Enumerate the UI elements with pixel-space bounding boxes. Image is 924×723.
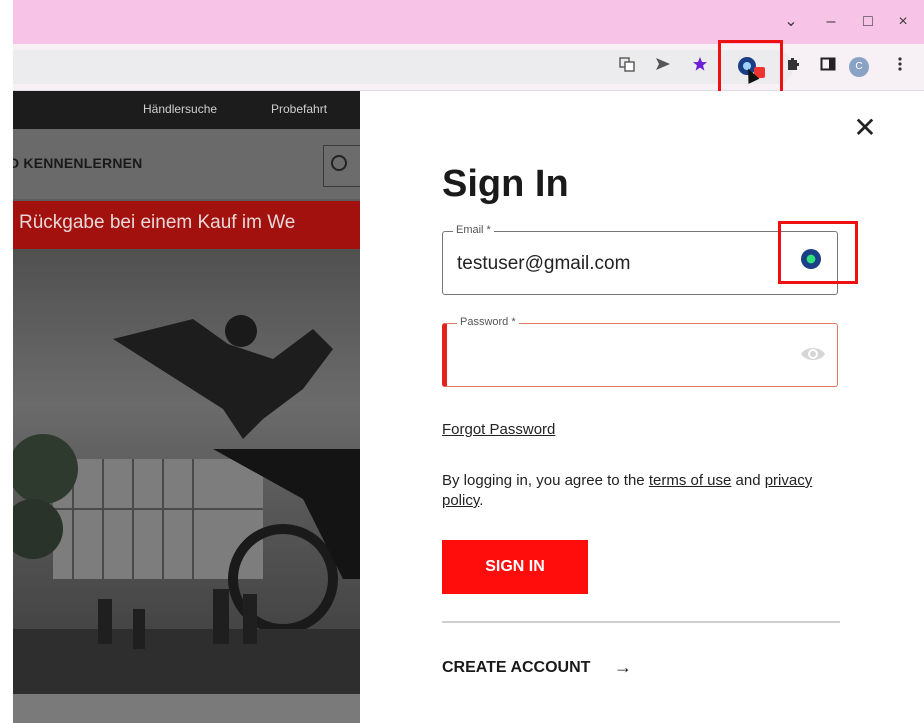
terms-text: By logging in, you agree to the terms of… [442, 471, 842, 511]
page-footer-strip [13, 694, 360, 723]
sign-in-button[interactable]: SIGN IN [442, 540, 588, 594]
kebab-menu-icon[interactable] [890, 56, 910, 78]
arrow-right-icon: → [614, 657, 632, 677]
brand-bar: D KENNENLERNEN [13, 129, 360, 199]
browser-toolbar [13, 44, 924, 91]
site-search-button[interactable] [323, 145, 360, 187]
nav-dealer-search[interactable]: Händlersuche [143, 102, 217, 116]
promo-text: Rückgabe bei einem Kauf im We [19, 212, 296, 233]
password-field[interactable]: Password * [442, 316, 838, 387]
close-window-button[interactable]: × [893, 10, 913, 34]
create-account-link[interactable]: CREATE ACCOUNT [442, 659, 590, 677]
terms-of-use-link[interactable]: terms of use [649, 472, 732, 489]
signin-title: Sign In [442, 163, 569, 205]
maximize-button[interactable]: □ [858, 10, 878, 34]
autofill-highlight-box [778, 221, 858, 284]
background-page: Händlersuche Probefahrt D KENNENLERNEN R… [13, 91, 360, 723]
password-label: Password * [457, 316, 519, 328]
nav-test-ride[interactable]: Probefahrt [271, 102, 327, 116]
title-bar: ⌄ – □ × [13, 0, 924, 44]
terms-middle: and [731, 472, 765, 489]
email-value: testuser@gmail.com [457, 253, 631, 274]
address-bar[interactable] [13, 50, 793, 84]
search-icon [331, 155, 347, 171]
terms-suffix: . [479, 492, 484, 509]
divider [442, 621, 840, 623]
bookmark-star-icon[interactable] [690, 56, 710, 78]
hero-image [13, 249, 360, 694]
terms-prefix: By logging in, you agree to the [442, 472, 649, 489]
email-label: Email * [453, 224, 494, 236]
promo-banner: Rückgabe bei einem Kauf im We [13, 201, 360, 249]
close-panel-button[interactable]: ✕ [850, 113, 880, 143]
send-icon[interactable] [653, 56, 673, 78]
brand-text: D KENNENLERNEN [13, 155, 143, 171]
forgot-password-link[interactable]: Forgot Password [442, 421, 555, 438]
puzzle-extensions-icon[interactable] [783, 56, 803, 78]
tab-search-chevron-icon[interactable]: ⌄ [781, 10, 801, 34]
side-panel-icon[interactable] [818, 56, 838, 78]
profile-avatar[interactable]: C [849, 57, 869, 77]
browser-window: ⌄ – □ × C Händlersuche Probefahrt D KENN… [13, 0, 924, 723]
extension-highlight-box [718, 40, 783, 94]
show-password-eye-icon[interactable] [799, 343, 827, 365]
signin-panel: ✕ Sign In Email * testuser@gmail.com Pas… [360, 91, 924, 723]
top-nav: Händlersuche Probefahrt [13, 91, 360, 129]
minimize-button[interactable]: – [821, 10, 841, 34]
translate-icon[interactable] [617, 56, 637, 78]
